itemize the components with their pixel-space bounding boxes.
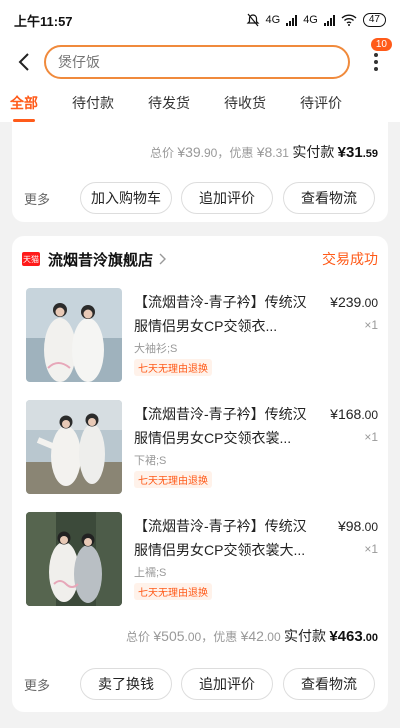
more-link[interactable]: 更多 xyxy=(24,675,50,694)
resell-button[interactable]: 卖了换钱 xyxy=(80,668,172,700)
tab-pending-shipment[interactable]: 待发货 xyxy=(148,86,190,120)
order-status: 交易成功 xyxy=(322,251,378,267)
price-summary: 总价 ¥505.00，优惠 ¥42.00 实付款 ¥463.00 xyxy=(126,628,378,645)
add-to-cart-button[interactable]: 加入购物车 xyxy=(80,182,172,214)
product-thumbnail xyxy=(26,512,122,606)
return-policy-tag: 七天无理由退换 xyxy=(134,359,212,376)
order-tabs: 全部 待付款 待发货 待收货 待评价 xyxy=(0,84,400,122)
return-policy-tag: 七天无理由退换 xyxy=(134,471,212,488)
order-item[interactable]: 【流烟昔泠-青子衿】传统汉服情侣男女CP交领衣... 大袖衫;S 七天无理由退换… xyxy=(22,288,378,388)
order-actions: 更多 卖了换钱 追加评价 查看物流 xyxy=(12,668,388,700)
more-menu-button[interactable]: 10 xyxy=(356,38,396,80)
network-type-1: 4G xyxy=(265,14,281,26)
search-box[interactable] xyxy=(44,45,350,79)
product-spec: 上襦;S xyxy=(134,567,167,579)
product-quantity: ×1 xyxy=(364,430,378,444)
more-dots-icon xyxy=(374,53,378,71)
product-title: 【流烟昔泠-青子衿】传统汉服情侣男女CP交领衣裳... xyxy=(134,406,307,446)
tab-pending-review[interactable]: 待评价 xyxy=(300,86,342,120)
product-price: ¥239.00 xyxy=(330,294,378,310)
product-price: ¥168.00 xyxy=(330,406,378,422)
shop-header: 天猫 流烟昔泠旗舰店 交易成功 xyxy=(22,248,378,270)
wifi-icon xyxy=(341,14,357,26)
status-icons: 4G 4G 47 xyxy=(246,13,386,27)
add-review-button[interactable]: 追加评价 xyxy=(181,668,273,700)
price-summary: 总价 ¥39.90，优惠 ¥8.31 实付款 ¥31.59 xyxy=(149,144,378,161)
return-policy-tag: 七天无理由退换 xyxy=(134,583,212,600)
tab-pending-payment[interactable]: 待付款 xyxy=(72,86,114,120)
more-link[interactable]: 更多 xyxy=(24,189,50,208)
product-title: 【流烟昔泠-青子衿】传统汉服情侣男女CP交领衣裳大... xyxy=(134,518,307,558)
signal-icon-1 xyxy=(286,14,298,26)
network-type-2: 4G xyxy=(303,14,318,26)
header: 10 xyxy=(0,38,400,84)
order-actions: 更多 加入购物车 追加评价 查看物流 xyxy=(12,182,388,214)
product-quantity: ×1 xyxy=(364,542,378,556)
order-item[interactable]: 【流烟昔泠-青子衿】传统汉服情侣男女CP交领衣裳... 下裙;S 七天无理由退换… xyxy=(22,400,378,500)
chevron-right-icon xyxy=(159,253,167,265)
add-review-button[interactable]: 追加评价 xyxy=(181,182,273,214)
search-input[interactable] xyxy=(58,54,336,70)
view-logistics-button[interactable]: 查看物流 xyxy=(283,668,375,700)
order-card-previous: 总价 ¥39.90，优惠 ¥8.31 实付款 ¥31.59 更多 加入购物车 追… xyxy=(12,122,388,222)
battery-icon: 47 xyxy=(362,13,386,27)
product-price: ¥98.00 xyxy=(337,518,378,534)
tab-pending-receipt[interactable]: 待收货 xyxy=(224,86,266,120)
shop-name[interactable]: 流烟昔泠旗舰店 xyxy=(48,249,153,270)
order-item[interactable]: 【流烟昔泠-青子衿】传统汉服情侣男女CP交领衣裳大... 上襦;S 七天无理由退… xyxy=(22,512,378,612)
notification-badge: 10 xyxy=(370,38,392,51)
signal-icon-2 xyxy=(323,14,335,26)
order-card: 天猫 流烟昔泠旗舰店 交易成功 【流烟昔泠-青子衿】传统汉服情侣男女CP交领衣.… xyxy=(12,236,388,712)
product-spec: 下裙;S xyxy=(134,455,167,467)
tmall-icon: 天猫 xyxy=(22,252,40,266)
status-bar: 上午11:57 4G 4G 47 xyxy=(0,0,400,40)
product-spec: 大袖衫;S xyxy=(134,343,178,355)
product-title: 【流烟昔泠-青子衿】传统汉服情侣男女CP交领衣... xyxy=(134,294,307,334)
tab-all[interactable]: 全部 xyxy=(10,86,38,122)
product-quantity: ×1 xyxy=(364,318,378,332)
product-thumbnail xyxy=(26,400,122,494)
mute-icon xyxy=(246,13,259,27)
product-thumbnail xyxy=(26,288,122,382)
status-time: 上午11:57 xyxy=(14,13,73,29)
view-logistics-button[interactable]: 查看物流 xyxy=(283,182,375,214)
back-button[interactable] xyxy=(6,44,42,80)
chevron-left-icon xyxy=(18,53,29,71)
